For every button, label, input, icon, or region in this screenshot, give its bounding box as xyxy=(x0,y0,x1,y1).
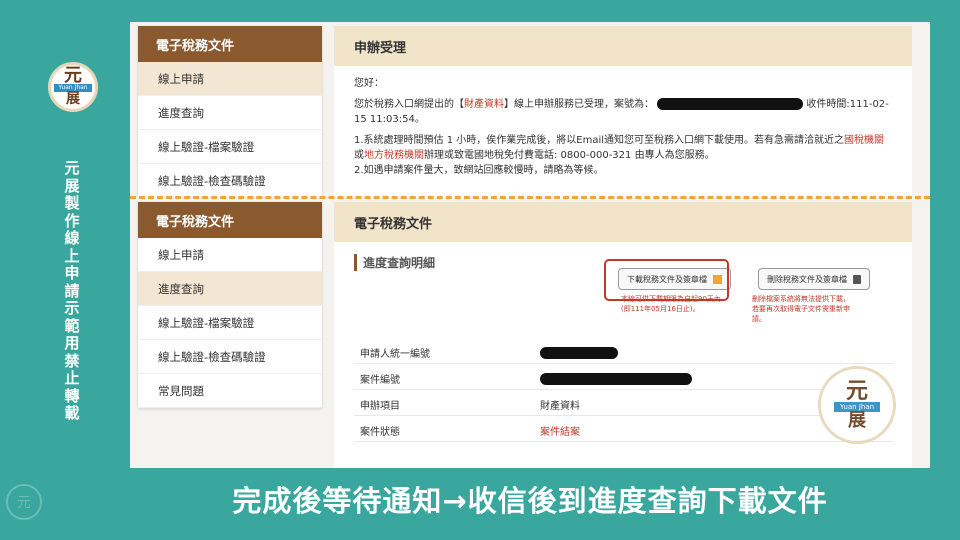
status-badge: 案件結案 xyxy=(540,427,580,438)
side-watermark-text: 元展製作線上申請示範用 禁止轉載 xyxy=(64,159,80,422)
table-row: 案件狀態 案件結案 xyxy=(354,420,894,442)
delete-note: 刪除檔案系統將無法提供下載，若要再次取得電子文件需重新申請。 xyxy=(752,295,850,323)
table-row: 案件編號 xyxy=(354,368,894,390)
link-local-tax[interactable]: 地方稅務機關 xyxy=(364,150,424,161)
sidebar-item-code-verify[interactable]: 線上驗證-檢查碼驗證 xyxy=(138,164,322,198)
tutorial-panel: 電子稅務文件 線上申請 進度查詢 線上驗證-檔案驗證 線上驗證-檢查碼驗證 申辦… xyxy=(130,22,930,530)
sidebar-item-code-verify[interactable]: 線上驗證-檢查碼驗證 xyxy=(138,340,322,374)
caption-bar: 完成後等待通知→收信後到進度查詢下載文件 xyxy=(130,468,930,530)
brand-logo-watermark: 元 Yuan Jhan 展 xyxy=(818,366,896,444)
table-row: 申辦項目 財產資料 xyxy=(354,394,894,416)
sidebar-menu-bottom: 電子稅務文件 線上申請 進度查詢 線上驗證-檔案驗證 線上驗證-檢查碼驗證 常見… xyxy=(138,202,322,408)
greeting: 您好： xyxy=(354,78,384,89)
acceptance-paragraph: 您於稅務入口網提出的【財產資料】線上申辦服務已受理，案號為： 收件時間:111-… xyxy=(354,98,889,125)
menu-title: 電子稅務文件 xyxy=(138,202,322,238)
sidebar-item-file-verify[interactable]: 線上驗證-檔案驗證 xyxy=(138,306,322,340)
acceptance-message: 您好： 您於稅務入口網提出的【財產資料】線上申辦服務已受理，案號為： 收件時間:… xyxy=(334,66,912,194)
link-national-tax[interactable]: 國稅機關 xyxy=(844,135,884,146)
sidebar-menu-top: 電子稅務文件 線上申請 進度查詢 線上驗證-檔案驗證 線上驗證-檢查碼驗證 xyxy=(138,26,322,198)
menu-title: 電子稅務文件 xyxy=(138,26,322,62)
content-accepted: 申辦受理 您好： 您於稅務入口網提出的【財產資料】線上申辦服務已受理，案號為： … xyxy=(334,26,912,198)
redacted-value xyxy=(540,346,618,359)
watermark-icon: 元 xyxy=(6,484,42,520)
logo-char-bottom: 展 xyxy=(66,91,80,107)
sidebar-item-apply[interactable]: 線上申請 xyxy=(138,238,322,272)
trash-icon xyxy=(853,274,861,284)
screenshot-application-accepted: 電子稅務文件 線上申請 進度查詢 線上驗證-檔案驗證 線上驗證-檢查碼驗證 申辦… xyxy=(130,22,930,198)
screenshot-progress-detail: 電子稅務文件 線上申請 進度查詢 線上驗證-檔案驗證 線上驗證-檢查碼驗證 常見… xyxy=(130,198,930,468)
sidebar-item-file-verify[interactable]: 線上驗證-檔案驗證 xyxy=(138,130,322,164)
download-note: 本線可供下載期限為自起90天內 (即111年05月16日止)。 xyxy=(621,295,721,313)
content-title: 申辦受理 xyxy=(334,26,912,66)
content-title: 電子稅務文件 xyxy=(334,202,912,242)
logo-char-top: 元 xyxy=(64,65,82,86)
table-row: 申請人統一編號 xyxy=(354,342,894,364)
sidebar-item-progress[interactable]: 進度查詢 xyxy=(138,272,322,306)
brand-logo: 元 Yuan Jhan 展 xyxy=(48,62,98,112)
sidebar-item-apply[interactable]: 線上申請 xyxy=(138,62,322,96)
section-title: 進度查詢明細 xyxy=(354,254,435,271)
caption-text: 完成後等待通知→收信後到進度查詢下載文件 xyxy=(232,484,828,518)
redacted-value xyxy=(540,372,692,385)
delete-document-button[interactable]: 刪除稅務文件及簽章檔 xyxy=(758,268,870,290)
processing-paragraph: 1.系統處理時間預估 1 小時，俟作業完成後，將以Email通知您可至稅務入口網… xyxy=(354,135,885,176)
sidebar-item-progress[interactable]: 進度查詢 xyxy=(138,96,322,130)
dashed-divider xyxy=(130,196,930,199)
redacted-case-number xyxy=(657,98,804,110)
item-highlight: 財產資料 xyxy=(464,99,504,110)
sidebar-item-faq[interactable]: 常見問題 xyxy=(138,374,322,408)
